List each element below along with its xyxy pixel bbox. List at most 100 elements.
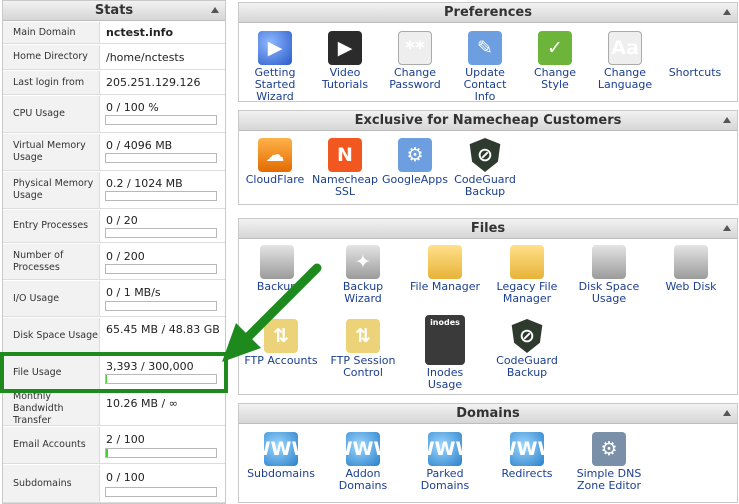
stat-row-virtual-memory: Virtual Memory Usage 0 / 4096 MB xyxy=(3,134,225,171)
stat-row-disk-space: Disk Space Usage 65.45 MB / 48.83 GB xyxy=(3,318,225,354)
exclusive-title: Exclusive for Namecheap Customers xyxy=(354,113,622,128)
subdomains-icon: WWW xyxy=(250,432,312,466)
backup-wizard-link[interactable]: ✦ Backup Wizard xyxy=(321,245,405,305)
legacy-file-manager-link[interactable]: Legacy File Manager xyxy=(485,245,569,305)
stat-value: 2 / 100 xyxy=(106,433,145,446)
icon-label: Web Disk xyxy=(665,280,717,293)
icon-label: FTP Accounts xyxy=(244,354,318,367)
file-manager-link[interactable]: File Manager xyxy=(403,245,487,293)
addon-domains-link[interactable]: WWW Addon Domains xyxy=(321,432,405,492)
stat-label: CPU Usage xyxy=(3,96,100,132)
backup-link[interactable]: Backup xyxy=(235,245,319,293)
stat-value: 0 / 4096 MB xyxy=(106,139,173,152)
stat-row-io-usage: I/O Usage 0 / 1 MB/s xyxy=(3,281,225,317)
stat-value: 65.45 MB / 48.83 GB xyxy=(106,323,220,336)
domains-panel: Domains WWW Subdomains WWW Addon Domains… xyxy=(238,403,738,503)
preferences-title: Preferences xyxy=(444,5,532,20)
stat-row-entry-processes: Entry Processes 0 / 20 xyxy=(3,210,225,243)
codeguard-icon: ⊘ xyxy=(511,319,543,353)
file-manager-folder-icon xyxy=(428,245,462,279)
files-header[interactable]: Files xyxy=(239,219,737,239)
disk-space-usage-link[interactable]: Disk Space Usage xyxy=(567,245,651,305)
ftp-accounts-icon: ⇅ xyxy=(264,319,298,353)
codeguard-icon: ⊘ xyxy=(469,138,501,172)
exclusive-header[interactable]: Exclusive for Namecheap Customers xyxy=(239,111,737,131)
icon-label: Legacy File Manager xyxy=(496,280,558,305)
icon-label: CodeGuard Backup xyxy=(496,354,558,379)
stat-value: 0 / 100 xyxy=(106,471,145,484)
collapse-icon[interactable] xyxy=(723,225,731,231)
cloudflare-icon: ☁ xyxy=(258,138,292,172)
stat-label: Home Directory xyxy=(3,45,100,69)
codeguard-backup-files-link[interactable]: ⊘ CodeGuard Backup xyxy=(485,319,569,379)
collapse-icon[interactable] xyxy=(723,117,731,123)
exclusive-panel: Exclusive for Namecheap Customers ☁ Clou… xyxy=(238,110,738,205)
stat-value: /home/nctests xyxy=(106,51,185,64)
ftp-accounts-link[interactable]: ⇅ FTP Accounts xyxy=(239,319,323,367)
icon-label: Backup xyxy=(256,280,298,293)
lock-password-icon: ** xyxy=(398,31,432,65)
style-icon: ✓ xyxy=(538,31,572,65)
web-disk-icon xyxy=(674,245,708,279)
parked-domains-icon: WWW xyxy=(414,432,476,466)
usage-bar xyxy=(105,191,217,201)
language-icon: Aa xyxy=(608,31,642,65)
domains-header[interactable]: Domains xyxy=(239,404,737,424)
stat-row-subdomains: Subdomains 0 / 100 xyxy=(3,465,225,503)
www-glyph: WWW xyxy=(413,438,477,460)
star-icon: ★ xyxy=(686,37,704,59)
icon-label: Simple DNS Zone Editor xyxy=(576,467,642,492)
icon-label: Backup Wizard xyxy=(342,280,384,305)
subdomains-link[interactable]: WWW Subdomains xyxy=(239,432,323,480)
icon-label: FTP Session Control xyxy=(330,354,396,379)
stats-header[interactable]: Stats xyxy=(3,1,225,21)
backup-wizard-icon: ✦ xyxy=(346,245,380,279)
usage-bar xyxy=(105,153,217,163)
parked-domains-link[interactable]: WWW Parked Domains xyxy=(403,432,487,492)
stat-row-email-accounts: Email Accounts 2 / 100 xyxy=(3,427,225,464)
shortcuts-link[interactable]: ★ Shortcuts xyxy=(653,31,737,79)
collapse-icon[interactable] xyxy=(723,9,731,15)
getting-started-icon: ▶ xyxy=(258,31,292,65)
stat-label: Virtual Memory Usage xyxy=(3,134,100,170)
icon-label: Subdomains xyxy=(247,467,315,480)
stat-row-cpu-usage: CPU Usage 0 / 100 % xyxy=(3,96,225,133)
preferences-panel: Preferences ▶ Getting Started Wizard ▶ V… xyxy=(238,2,738,103)
codeguard-backup-link[interactable]: ⊘ CodeGuard Backup xyxy=(443,138,527,198)
simple-dns-zone-editor-link[interactable]: ⚙ Simple DNS Zone Editor xyxy=(567,432,651,492)
files-title: Files xyxy=(470,221,506,236)
stat-label: Physical Memory Usage xyxy=(3,172,100,208)
ftp-session-control-link[interactable]: ⇅ FTP Session Control xyxy=(321,319,405,379)
www-glyph: WWW xyxy=(249,438,313,460)
legacy-folder-icon xyxy=(510,245,544,279)
stat-value: 0 / 1 MB/s xyxy=(106,286,161,299)
usage-bar xyxy=(105,448,217,458)
stat-value: 0 / 100 % xyxy=(106,101,159,114)
icon-label: Disk Space Usage xyxy=(578,280,640,305)
preferences-header[interactable]: Preferences xyxy=(239,3,737,23)
collapse-icon[interactable] xyxy=(723,410,731,416)
stat-label: Last login from xyxy=(3,71,100,94)
redirects-link[interactable]: WWW Redirects xyxy=(485,432,569,480)
stat-label: Disk Space Usage xyxy=(3,318,100,353)
stats-title: Stats xyxy=(94,3,134,18)
stat-row-bandwidth: Monthly Bandwidth Transfer 10.26 MB / ∞ xyxy=(3,391,225,426)
icon-label: CodeGuard Backup xyxy=(454,173,516,198)
icon-label: Shortcuts xyxy=(668,66,722,79)
stat-row-number-of-processes: Number of Processes 0 / 200 xyxy=(3,244,225,280)
stat-label: Number of Processes xyxy=(3,244,100,279)
usage-bar xyxy=(105,301,217,311)
stat-value: 10.26 MB / ∞ xyxy=(106,397,178,410)
stat-value: 205.251.129.126 xyxy=(106,76,201,89)
icon-label: Parked Domains xyxy=(420,467,470,492)
dns-zone-editor-icon: ⚙ xyxy=(592,432,626,466)
collapse-icon[interactable] xyxy=(211,7,219,13)
icon-label: Inodes Usage xyxy=(426,366,464,391)
inodes-usage-link[interactable]: inodes Inodes Usage xyxy=(403,315,487,391)
ftp-session-icon: ⇅ xyxy=(346,319,380,353)
web-disk-link[interactable]: Web Disk xyxy=(649,245,733,293)
icon-label: Redirects xyxy=(501,467,553,480)
stat-label: Monthly Bandwidth Transfer xyxy=(3,391,100,426)
addon-domains-icon: WWW xyxy=(332,432,394,466)
stat-value: 0 / 200 xyxy=(106,250,145,263)
